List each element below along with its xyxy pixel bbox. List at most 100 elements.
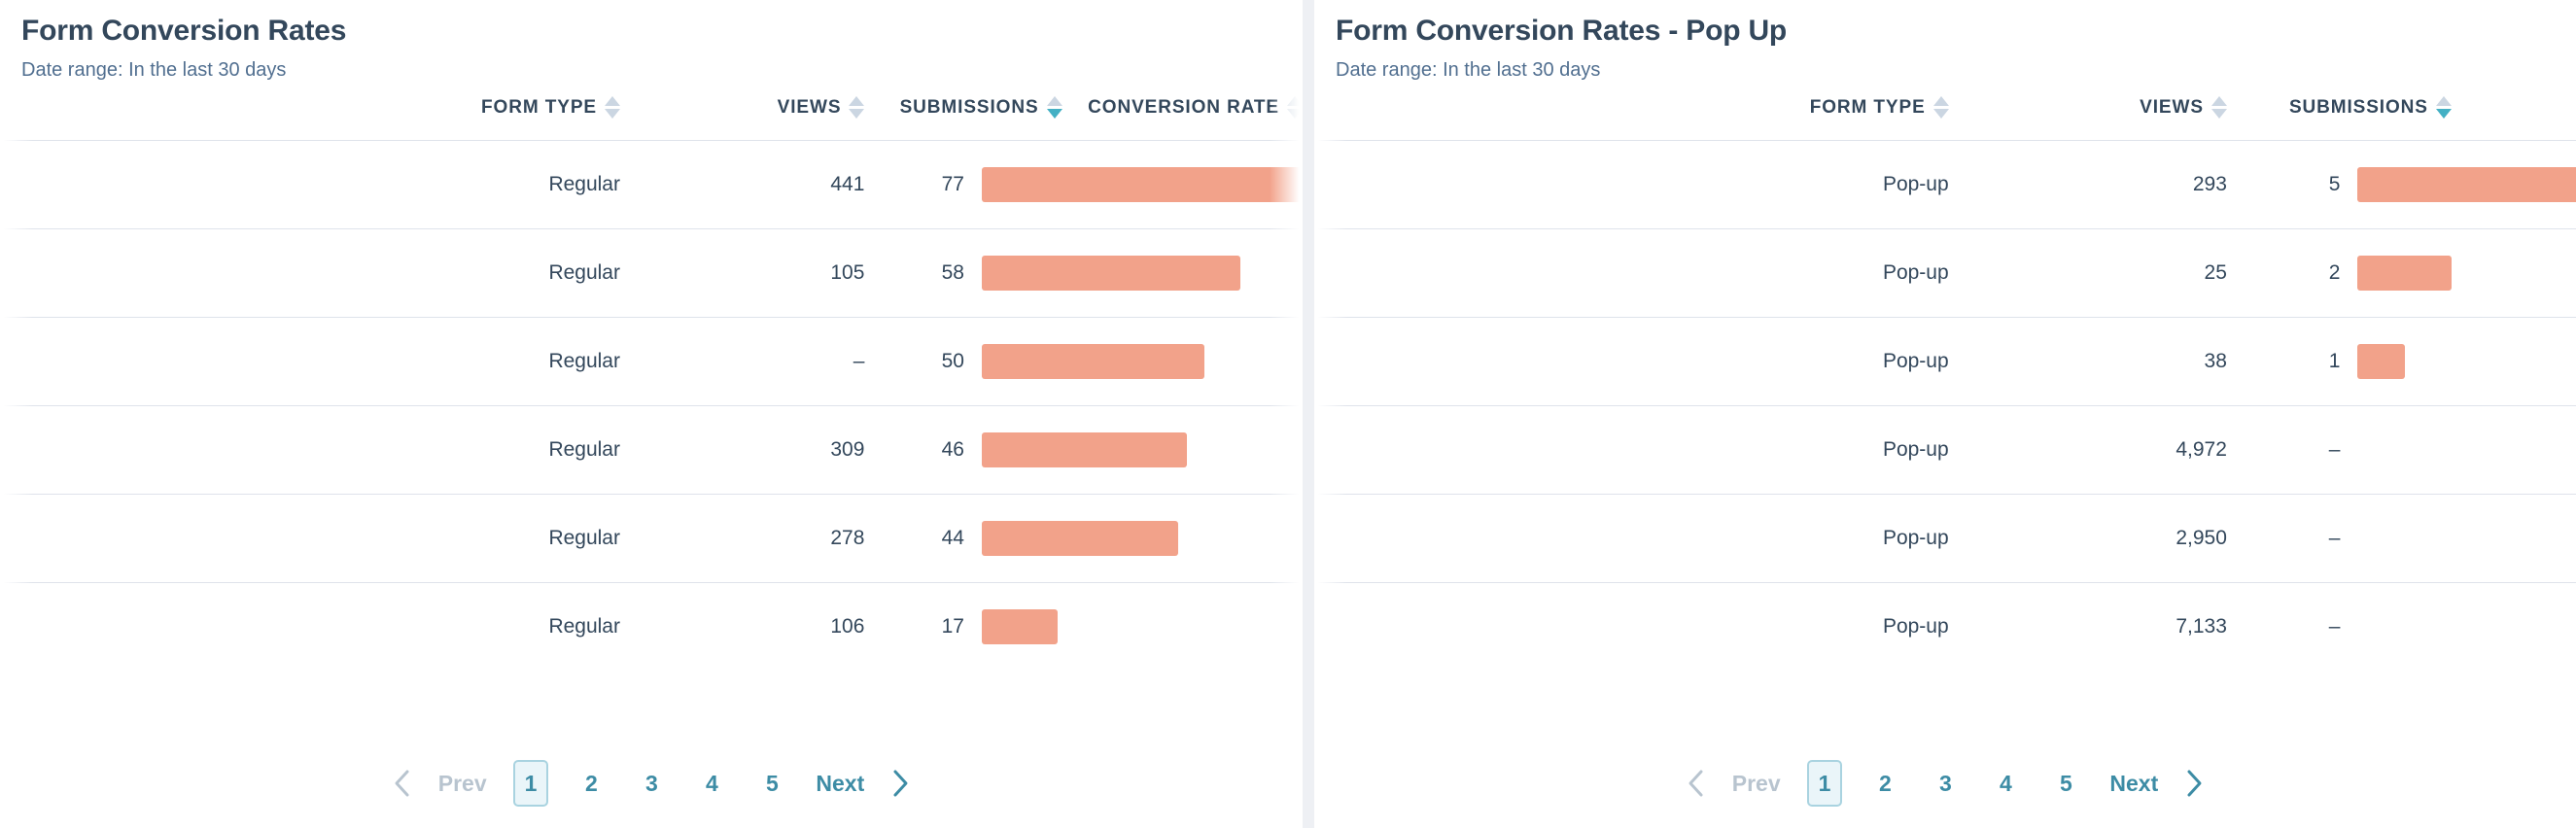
- cell-views: 25: [1967, 227, 2246, 318]
- column-label: VIEWS: [777, 96, 842, 118]
- cell-views: 105: [639, 227, 885, 318]
- cell-conversion-rate: 1.: [2468, 139, 2576, 229]
- cell-submissions-bar: [981, 404, 1187, 495]
- pagination-page-3[interactable]: 3: [634, 760, 669, 807]
- sort-toggle-views[interactable]: [849, 95, 865, 119]
- cell-form-type: Regular: [346, 316, 640, 406]
- table-row[interactable]: Pop-up 25 2: [1314, 227, 2576, 318]
- sort-ascending-icon: [2435, 95, 2452, 106]
- pagination-page-5[interactable]: 5: [754, 760, 789, 807]
- cell-submissions: 17: [884, 581, 982, 672]
- cell-submissions-bar: [2357, 227, 2469, 318]
- table-row[interactable]: Regular 106 17: [0, 581, 1303, 672]
- cell-form-name: [1314, 581, 1635, 672]
- date-range-label: Date range: In the last 30 days: [1336, 58, 1601, 81]
- cell-form-name: ontract): [0, 493, 347, 583]
- sort-descending-icon: [1046, 108, 1062, 119]
- cell-form-type: Pop-up: [1634, 404, 1968, 495]
- table-row[interactable]: Pop-up381 2.: [1314, 316, 2576, 406]
- pagination-page-2[interactable]: 2: [574, 760, 609, 807]
- sort-toggle-conversion-rate[interactable]: [1287, 95, 1303, 119]
- column-header-form-type[interactable]: FORM TYPE: [346, 95, 640, 141]
- cell-submissions: 44: [884, 493, 982, 583]
- cell-views: 441: [639, 139, 885, 229]
- table-row[interactable]: ontract)Regular27844: [0, 493, 1303, 583]
- cell-form-name: ): [0, 404, 347, 495]
- cell-submissions: –: [2245, 404, 2358, 495]
- cell-views: –: [639, 316, 885, 406]
- column-header-submissions[interactable]: SUBMISSIONS: [884, 95, 1080, 141]
- table-viewport[interactable]: FORM TYPE VIEWS SUBMISSIONS Pop-up 293 5…: [1314, 95, 2576, 739]
- table-row[interactable]: Regular 105 58: [0, 227, 1303, 318]
- sort-toggle-submissions[interactable]: [1046, 95, 1062, 119]
- cell-submissions-bar: [2357, 404, 2469, 495]
- cell-conversion-rate: [1079, 316, 1303, 406]
- table-body: Regular44177Regular10558peform (ID: HKHV…: [0, 139, 1303, 672]
- column-label: VIEWS: [2140, 96, 2204, 118]
- table-body: Pop-up29351.Pop-up252Pop-up3812.Pop-up4,…: [1314, 139, 2576, 672]
- cell-views: 4,972: [1967, 404, 2246, 495]
- cell-submissions: 2: [2245, 227, 2358, 318]
- pagination-page-4[interactable]: 4: [1988, 760, 2023, 807]
- table-row[interactable]: Pop-up2935 1.: [1314, 139, 2576, 229]
- pagination-prev-button[interactable]: Prev: [425, 771, 501, 797]
- cell-submissions-bar: [981, 316, 1204, 406]
- column-header-submissions[interactable]: SUBMISSIONS: [2245, 95, 2469, 141]
- cell-form-name: peform (ID: HKHVX…: [0, 316, 347, 406]
- cell-form-type: Regular: [346, 581, 640, 672]
- cell-submissions-bar: [2357, 316, 2469, 406]
- cell-submissions: 58: [884, 227, 982, 318]
- sort-toggle-submissions[interactable]: [2435, 95, 2452, 119]
- pagination-page-2[interactable]: 2: [1867, 760, 1902, 807]
- column-header-form-name[interactable]: [1314, 95, 1635, 141]
- pagination-next-chevron-icon[interactable]: [878, 761, 922, 806]
- cell-form-type: Pop-up: [1634, 581, 1968, 672]
- table-viewport[interactable]: FORM NAME FORM TYPE: [0, 95, 1303, 739]
- conversion-table: FORM NAME FORM TYPE: [0, 95, 1303, 672]
- column-header-views[interactable]: VIEWS: [1967, 95, 2246, 141]
- page-title: Form Conversion Rates - Pop Up: [1336, 15, 1788, 47]
- cell-submissions-bar: [2357, 139, 2576, 229]
- pagination-prev-chevron-icon[interactable]: [1674, 761, 1719, 806]
- column-header-conversion-rate[interactable]: CONVERSION RATE: [2468, 95, 2576, 141]
- cell-submissions: 46: [884, 404, 982, 495]
- sort-descending-icon: [849, 108, 865, 119]
- cell-form-type: Pop-up: [1634, 227, 1968, 318]
- column-header-views[interactable]: VIEWS: [639, 95, 885, 141]
- cell-submissions: –: [2245, 493, 2358, 583]
- pagination-page-4[interactable]: 4: [694, 760, 729, 807]
- pagination-next-button[interactable]: Next: [2096, 771, 2172, 797]
- sort-toggle-form-type[interactable]: [604, 95, 620, 119]
- cell-submissions: 5: [2245, 139, 2358, 229]
- column-header-form-type[interactable]: FORM TYPE: [1634, 95, 1968, 141]
- cell-conversion-rate: [1079, 581, 1303, 672]
- pagination-next-button[interactable]: Next: [802, 771, 878, 797]
- column-header-conversion-rate[interactable]: CONVERSION RATE: [1079, 95, 1303, 141]
- table-row[interactable]: Pop-up 7,133–: [1314, 581, 2576, 672]
- pagination-page-1[interactable]: 1: [1806, 760, 1843, 807]
- table-row[interactable]: Pop-up 2,950–: [1314, 493, 2576, 583]
- table-scroll-container: FORM TYPE VIEWS SUBMISSIONS Pop-up 293 5…: [1314, 95, 2576, 739]
- table-row[interactable]: peform (ID: HKHVX…Regular–50: [0, 316, 1303, 406]
- sort-toggle-form-type[interactable]: [1932, 95, 1949, 119]
- submissions-bar: [2357, 255, 2453, 291]
- cell-views: 293: [1967, 139, 2246, 229]
- table-row[interactable]: Regular 441 77: [0, 139, 1303, 229]
- column-label: FORM TYPE: [1809, 96, 1926, 118]
- cell-views: 2,950: [1967, 493, 2246, 583]
- cell-views: 38: [1967, 316, 2246, 406]
- sort-toggle-views[interactable]: [2210, 95, 2227, 119]
- table-row[interactable]: )Regular30946: [0, 404, 1303, 495]
- pagination-next-chevron-icon[interactable]: [2172, 761, 2216, 806]
- column-header-form-name[interactable]: FORM NAME: [0, 95, 347, 141]
- cell-views: 278: [639, 493, 885, 583]
- cell-form-type: Pop-up: [1634, 139, 1968, 229]
- pagination-prev-button[interactable]: Prev: [1719, 771, 1794, 797]
- table-row[interactable]: Pop-up 4,972–: [1314, 404, 2576, 495]
- pagination-page-1[interactable]: 1: [512, 760, 549, 807]
- cell-submissions: 50: [884, 316, 982, 406]
- pagination-prev-chevron-icon[interactable]: [380, 761, 425, 806]
- pagination-page-5[interactable]: 5: [2048, 760, 2083, 807]
- pagination-page-3[interactable]: 3: [1928, 760, 1963, 807]
- sort-ascending-icon: [2210, 95, 2227, 106]
